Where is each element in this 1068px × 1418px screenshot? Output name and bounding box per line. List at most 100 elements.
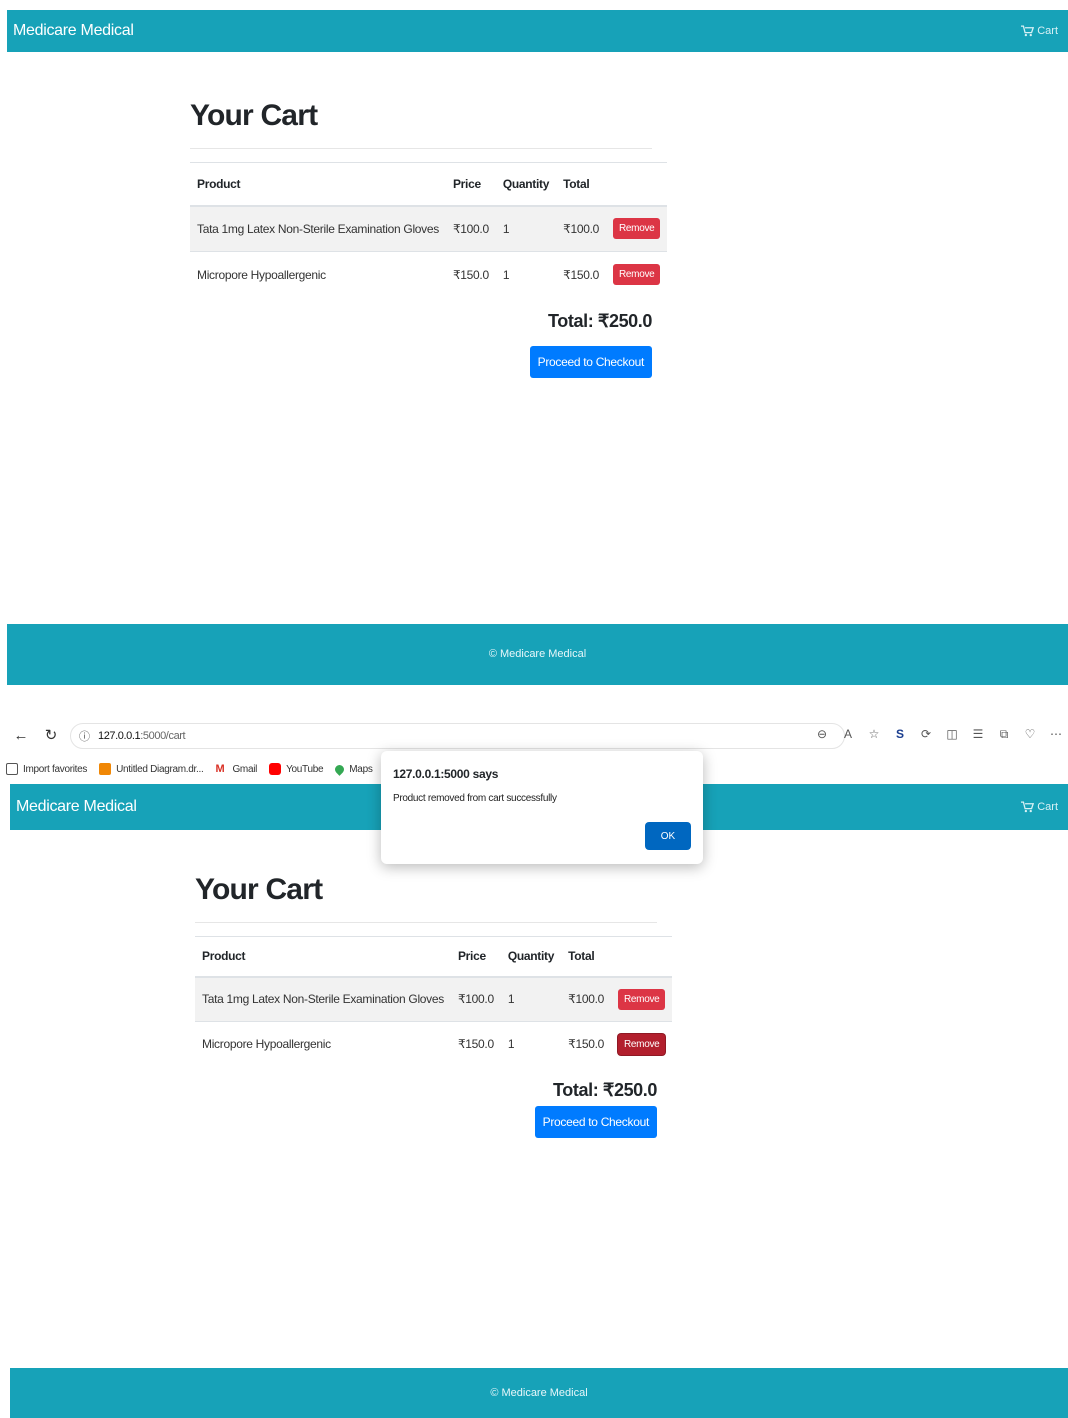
col-total: Total: [561, 936, 611, 978]
product-price: ₹150.0: [450, 1021, 501, 1067]
extension-s-icon[interactable]: S: [892, 726, 908, 742]
divider: [190, 148, 652, 149]
table-row: Micropore Hypoallergenic ₹150.0 1 ₹150.0…: [190, 251, 668, 298]
page-title: Your Cart: [195, 873, 323, 906]
collections-icon[interactable]: ⧉: [996, 726, 1012, 742]
bookmark-label: Untitled Diagram.dr...: [116, 763, 204, 775]
col-price: Price: [445, 162, 496, 207]
nav-cart-link[interactable]: Cart: [1021, 801, 1058, 813]
product-quantity: 1: [495, 251, 557, 298]
checkout-button[interactable]: Proceed to Checkout: [529, 346, 652, 378]
product-quantity: 1: [500, 1021, 562, 1067]
cart-section: Your Cart Product Price Quantity Total T…: [190, 96, 668, 378]
action-cell: Remove: [606, 251, 668, 298]
product-price: ₹100.0: [450, 976, 501, 1022]
bookmark-label: Import favorites: [23, 763, 88, 775]
dialog-message: Product removed from cart successfully: [393, 793, 557, 804]
import-icon: [6, 763, 18, 775]
divider: [195, 922, 657, 923]
checkout-button[interactable]: Proceed to Checkout: [534, 1106, 657, 1138]
col-product: Product: [190, 162, 446, 207]
navbar: Medicare Medical Cart: [7, 10, 1068, 52]
cart-section: Your Cart Product Price Quantity Total T…: [195, 870, 673, 1138]
nav-cart-link[interactable]: Cart: [1021, 25, 1058, 37]
product-quantity: 1: [500, 976, 562, 1022]
url-path: :5000/cart: [140, 730, 186, 742]
info-icon[interactable]: ⓘ: [79, 728, 90, 744]
cart-table: Product Price Quantity Total Tata 1mg La…: [195, 936, 673, 1067]
action-cell: Remove: [606, 205, 668, 252]
youtube-icon: [269, 763, 282, 775]
cart-icon: [1021, 801, 1035, 813]
col-action: [611, 936, 673, 978]
product-total: ₹100.0: [556, 205, 606, 252]
nav-cart-label: Cart: [1037, 25, 1058, 37]
table-row: Micropore Hypoallergenic ₹150.0 1 ₹150.0…: [195, 1021, 673, 1067]
product-price: ₹150.0: [445, 251, 496, 298]
bookmark-gmail[interactable]: M Gmail: [215, 763, 257, 775]
url-host: 127.0.0.1: [98, 730, 141, 742]
address-bar[interactable]: ⓘ 127.0.0.1:5000/cart: [70, 723, 845, 749]
bookmark-maps[interactable]: Maps: [333, 762, 373, 776]
page-title: Your Cart: [190, 99, 318, 132]
screenshot-before: Medicare Medical Cart Your Cart Product …: [0, 0, 1068, 690]
table-row: Tata 1mg Latex Non-Sterile Examination G…: [195, 976, 673, 1022]
cart-total: Total: ₹250.0: [553, 1079, 657, 1100]
favorite-star-icon[interactable]: ☆: [866, 726, 882, 742]
col-action: [606, 162, 668, 207]
cart-table: Product Price Quantity Total Tata 1mg La…: [190, 162, 668, 298]
refresh-icon[interactable]: ↻: [42, 727, 60, 745]
table-row: Tata 1mg Latex Non-Sterile Examination G…: [190, 205, 668, 252]
extension-icon[interactable]: ⟳: [918, 726, 934, 742]
product-total: ₹100.0: [561, 976, 611, 1022]
bookmark-untitled-diagram[interactable]: Untitled Diagram.dr...: [99, 763, 204, 775]
screenshot-after: ← ↻ ⓘ 127.0.0.1:5000/cart ⊖ A ☆ S ⟳ ◫ ☰ …: [0, 716, 1068, 1418]
bookmark-label: Gmail: [232, 763, 258, 775]
remove-button[interactable]: Remove: [613, 264, 661, 286]
cart-icon: [1021, 25, 1035, 37]
nav-cart-label: Cart: [1037, 801, 1058, 813]
bookmark-label: Maps: [349, 763, 373, 775]
read-aloud-icon[interactable]: A: [840, 726, 856, 742]
remove-button[interactable]: Remove: [618, 1033, 666, 1055]
bookmark-import-favorites[interactable]: Import favorites: [6, 763, 87, 775]
col-total: Total: [556, 162, 606, 207]
col-price: Price: [450, 936, 501, 978]
col-quantity: Quantity: [495, 162, 557, 207]
action-cell: Remove: [611, 1021, 673, 1067]
product-price: ₹100.0: [445, 205, 496, 252]
remove-button[interactable]: Remove: [613, 218, 661, 240]
product-name: Tata 1mg Latex Non-Sterile Examination G…: [195, 976, 451, 1022]
remove-button[interactable]: Remove: [618, 988, 666, 1010]
maps-pin-icon: [333, 762, 347, 776]
favorites-icon[interactable]: ☰: [970, 726, 986, 742]
footer: © Medicare Medical: [10, 1368, 1068, 1418]
more-menu-icon[interactable]: ⋯: [1048, 726, 1064, 742]
col-product: Product: [195, 936, 451, 978]
product-total: ₹150.0: [561, 1021, 611, 1067]
ok-button[interactable]: OK: [645, 822, 691, 850]
action-cell: Remove: [611, 976, 673, 1022]
browser-tools: ⊖ A ☆ S ⟳ ◫ ☰ ⧉ ♡ ⋯: [814, 726, 1064, 742]
browser-toolbar: ← ↻ ⓘ 127.0.0.1:5000/cart ⊖ A ☆ S ⟳ ◫ ☰ …: [0, 716, 1068, 756]
zoom-icon[interactable]: ⊖: [814, 726, 830, 742]
bookmark-youtube[interactable]: YouTube: [269, 763, 324, 775]
drawio-icon: [99, 763, 112, 775]
product-total: ₹150.0: [556, 251, 606, 298]
split-screen-icon[interactable]: ◫: [944, 726, 960, 742]
back-icon[interactable]: ←: [12, 727, 30, 745]
gmail-icon: M: [215, 763, 225, 775]
product-name: Tata 1mg Latex Non-Sterile Examination G…: [190, 205, 446, 252]
bookmark-label: YouTube: [286, 763, 324, 775]
product-quantity: 1: [495, 205, 557, 252]
brand-link[interactable]: Medicare Medical: [13, 22, 134, 40]
brand-link[interactable]: Medicare Medical: [16, 798, 137, 816]
product-name: Micropore Hypoallergenic: [190, 251, 446, 298]
cart-total: Total: ₹250.0: [548, 310, 652, 331]
col-quantity: Quantity: [500, 936, 562, 978]
product-name: Micropore Hypoallergenic: [195, 1021, 451, 1067]
footer: © Medicare Medical: [7, 624, 1068, 685]
alert-dialog: 127.0.0.1:5000 says Product removed from…: [381, 751, 703, 864]
browser-essentials-icon[interactable]: ♡: [1022, 726, 1038, 742]
dialog-title: 127.0.0.1:5000 says: [393, 767, 499, 781]
